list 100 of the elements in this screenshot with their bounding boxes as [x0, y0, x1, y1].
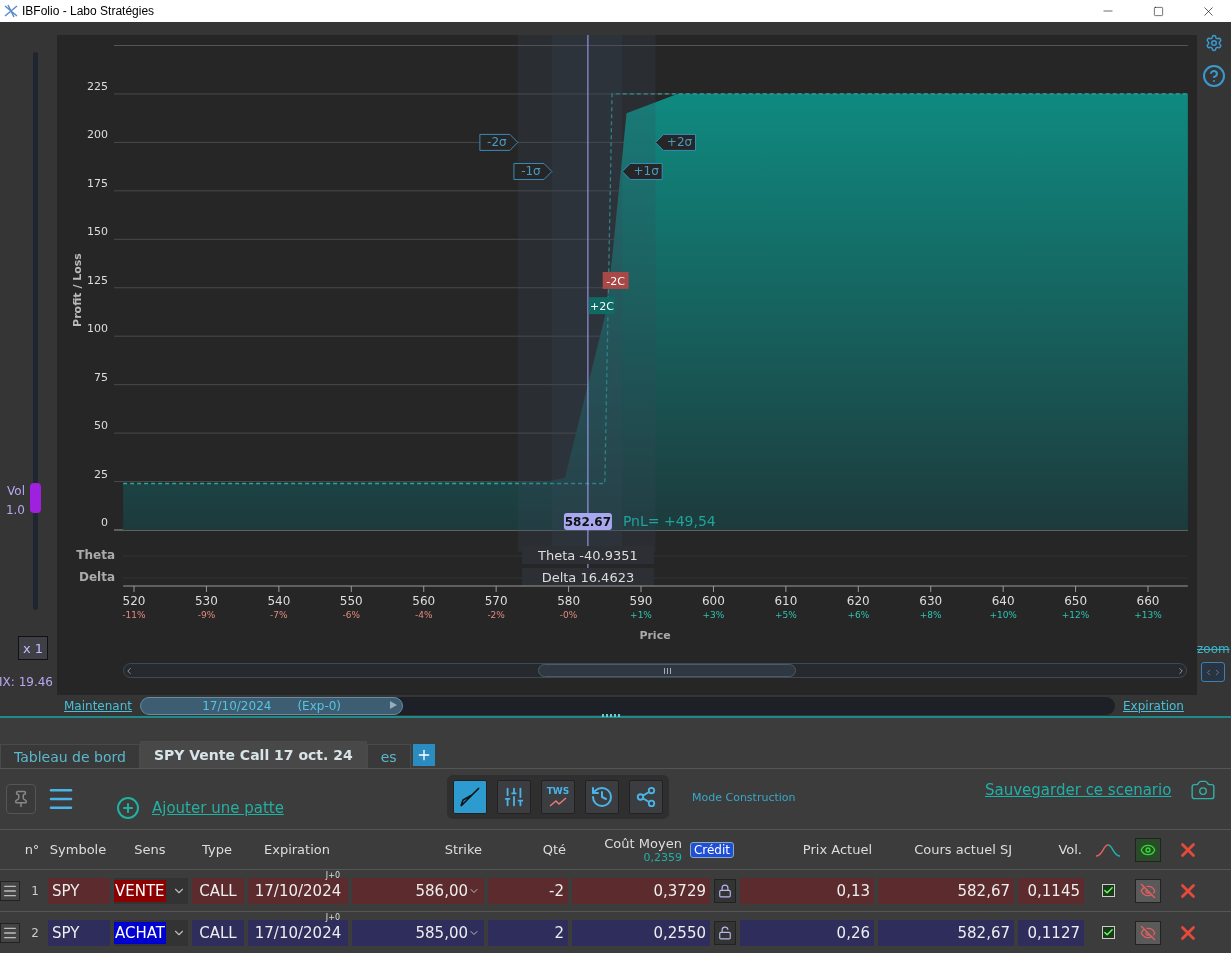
expiry-tag: J+0	[325, 870, 340, 880]
tick-label: 610	[774, 594, 798, 608]
visibility-button[interactable]	[1135, 920, 1161, 945]
change-label: -2%	[487, 610, 505, 620]
change-label: +5%	[774, 610, 797, 620]
mode-button[interactable]	[585, 780, 619, 814]
table-cell: 582,67	[878, 877, 1014, 904]
add-icon	[116, 796, 140, 820]
change-label: +10%	[989, 610, 1017, 620]
lock-button[interactable]	[714, 878, 736, 903]
zoom-button[interactable]	[1201, 662, 1225, 682]
tick-label: 570	[484, 594, 508, 608]
expiry-tag: J+0	[325, 912, 340, 922]
column-header: Qté	[541, 842, 567, 857]
greek-label: Theta	[76, 548, 115, 562]
table-cell: 0,1145	[1018, 877, 1084, 904]
tick-label: 50	[94, 419, 108, 433]
average-cost: 0,2359	[643, 850, 682, 864]
mode-button[interactable]	[497, 780, 531, 814]
tick-label: 520	[122, 594, 146, 608]
mode-button[interactable]: TWS	[541, 780, 575, 814]
tab[interactable]: Tableau de bord	[0, 744, 140, 768]
annotation: -2C	[606, 274, 626, 288]
change-label: -4%	[414, 610, 433, 620]
settings-icon[interactable]	[1205, 34, 1223, 52]
leg-marker: -2C	[602, 271, 629, 289]
change-label: -11%	[122, 610, 146, 620]
table-cell: CALL	[192, 877, 244, 904]
row-number: 1	[30, 883, 40, 898]
mode-button[interactable]	[629, 780, 663, 814]
change-label: -7%	[270, 610, 288, 620]
leg-marker: +2C	[588, 297, 615, 315]
side-dropdown[interactable]: ACHAT	[114, 919, 188, 946]
scroll-thumb[interactable]	[538, 664, 796, 677]
curve-icon	[1095, 841, 1121, 858]
horizontal-scrollbar[interactable]	[123, 663, 1187, 678]
unlocked-icon	[718, 925, 732, 940]
chevron-right-icon	[1213, 667, 1222, 677]
visibility-button[interactable]	[1135, 878, 1161, 903]
history-icon	[590, 785, 614, 809]
slider-thumb[interactable]	[30, 483, 41, 514]
tab[interactable]: SPY Vente Call 17 oct. 24	[139, 741, 367, 768]
table-cell: SPY	[48, 919, 110, 946]
table-cell: 0,2550	[572, 919, 710, 946]
annotation: -1σ	[521, 164, 542, 179]
drag-handle[interactable]	[0, 922, 20, 943]
greek-label: Delta	[78, 570, 115, 584]
pin-button[interactable]	[6, 784, 36, 814]
axis-title: Price	[639, 629, 671, 642]
tab[interactable]: es	[366, 744, 411, 768]
change-label: +6%	[847, 610, 870, 620]
credit-badge[interactable]: Crédit	[689, 841, 734, 858]
now-link[interactable]: Maintenant	[64, 698, 132, 713]
tick-label: 600	[702, 594, 725, 608]
tick-label: 200	[87, 128, 108, 142]
expiration-link[interactable]: Expiration	[1123, 698, 1184, 713]
date-slider[interactable]: 17/10/2024 (Exp-0)	[140, 696, 1115, 715]
add-leg-link[interactable]: Ajouter une patte	[116, 796, 284, 820]
date-label: 17/10/2024	[202, 698, 272, 713]
chevron-left-icon	[1204, 667, 1213, 677]
tick-label: 150	[87, 225, 108, 239]
column-header: Coût Moyen	[604, 835, 682, 851]
mode-button[interactable]	[453, 780, 487, 814]
change-label: -0%	[559, 610, 578, 620]
eye-off-icon	[1140, 882, 1156, 899]
change-label: +3%	[702, 610, 725, 620]
scroll-right-icon	[1176, 665, 1186, 676]
drag-handle[interactable]	[0, 880, 20, 901]
play-icon[interactable]	[390, 700, 398, 709]
table-cell: 2	[488, 919, 568, 946]
greek-reading: Delta 16.4623	[521, 568, 654, 586]
pin-icon	[12, 790, 30, 808]
strike-dropdown[interactable]: 586,00	[352, 877, 484, 904]
resize-handle[interactable]	[602, 714, 620, 718]
vol-slider[interactable]	[33, 52, 38, 610]
strike-dropdown[interactable]: 585,00	[352, 919, 484, 946]
tick-label: 175	[87, 176, 108, 190]
table-cell: SPY	[48, 877, 110, 904]
tick-label: 0	[101, 516, 108, 529]
checkbox[interactable]	[1101, 884, 1115, 897]
show-all-button[interactable]	[1135, 837, 1161, 862]
help-icon[interactable]	[1202, 64, 1226, 88]
window-title: IBFolio - Labo Stratégies	[22, 4, 156, 18]
change-label: +13%	[1134, 610, 1162, 620]
sigma-marker: -2σ	[479, 133, 519, 151]
zoom-label: zoom	[1197, 642, 1230, 656]
multiplier-button[interactable]: x 1	[18, 636, 48, 660]
side-dropdown[interactable]: VENTE	[114, 877, 188, 904]
mode-label: Mode Construction	[692, 791, 796, 804]
checkbox[interactable]	[1101, 926, 1115, 939]
tick-label: 640	[991, 594, 1015, 608]
change-label: -9%	[197, 610, 216, 620]
lock-button[interactable]	[714, 920, 736, 945]
column-header: Strike	[443, 842, 483, 857]
save-scenario-link[interactable]: Sauvegarder ce scenario	[985, 781, 1172, 799]
column-header: Type	[201, 842, 233, 857]
tick-label: 650	[1064, 594, 1088, 608]
tick-label: 225	[87, 79, 108, 93]
tick-label: 530	[195, 594, 218, 608]
add-tab-button[interactable]	[412, 744, 435, 766]
